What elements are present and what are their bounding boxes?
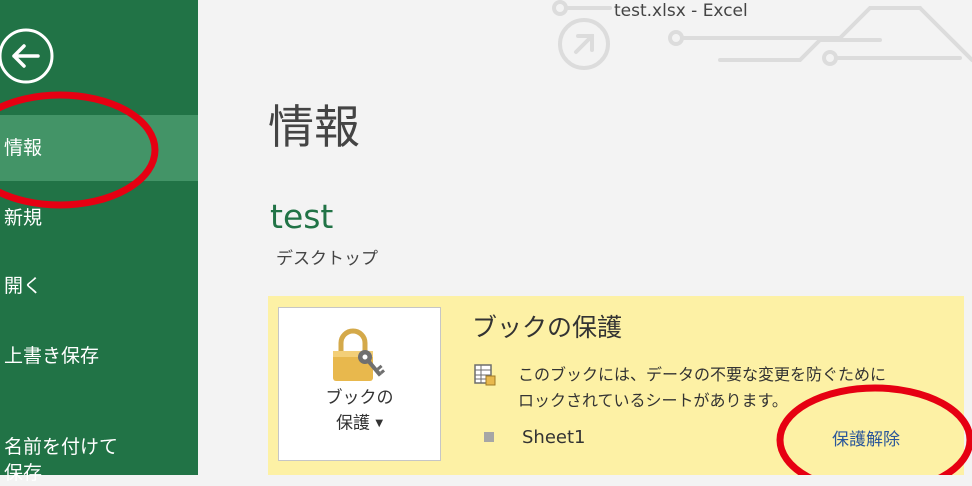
sidebar-item-label: 新規 [4,207,43,229]
protect-heading: ブックの保護 [472,313,623,342]
back-arrow-icon [0,28,54,84]
sidebar-item-label: 開く [4,275,43,297]
sidebar-item-save[interactable]: 上書き保存 [0,338,198,374]
lock-key-icon [333,328,386,381]
protect-description: このブックには、データの不要な変更を防ぐために ロックされているシートがあります… [518,365,887,410]
sidebar-item-label: 上書き保存 [4,345,100,367]
unprotect-sheet-link[interactable]: 保護解除 [832,428,900,452]
back-button[interactable] [0,28,54,84]
sidebar-item-new[interactable]: 新規 [0,200,198,236]
protect-button-label-line2: 保護 [335,413,370,434]
protect-button-label: ブックの 保護 ▼ [279,386,440,437]
sidebar-item-open[interactable]: 開く [0,268,198,304]
protect-button-label-line1: ブックの [325,388,394,408]
file-location: デスクトップ [276,249,378,269]
sheet-bullet [484,432,494,442]
window-title: test.xlsx - Excel [614,1,748,21]
circuit-decoration [552,0,972,70]
sidebar-item-info[interactable]: 情報 [0,115,198,181]
protect-workbook-button[interactable]: ブックの 保護 ▼ [278,307,441,461]
protect-button-label-line2-row: 保護 ▼ [279,411,440,437]
page-title: 情報 [268,100,360,154]
backstage-sidebar: 情報 新規 開く 上書き保存 名前を付けて 保存 [0,0,198,484]
sidebar-item-label: 情報 [4,137,43,159]
sidebar-item-label: 名前を付けて 保存 [4,436,119,484]
protected-sheet-icon [474,364,496,386]
file-name: test [270,197,334,236]
protected-sheet-name: Sheet1 [522,427,586,448]
sidebar-item-save-as[interactable]: 名前を付けて 保存 [0,408,198,484]
chevron-down-icon: ▼ [375,418,384,429]
